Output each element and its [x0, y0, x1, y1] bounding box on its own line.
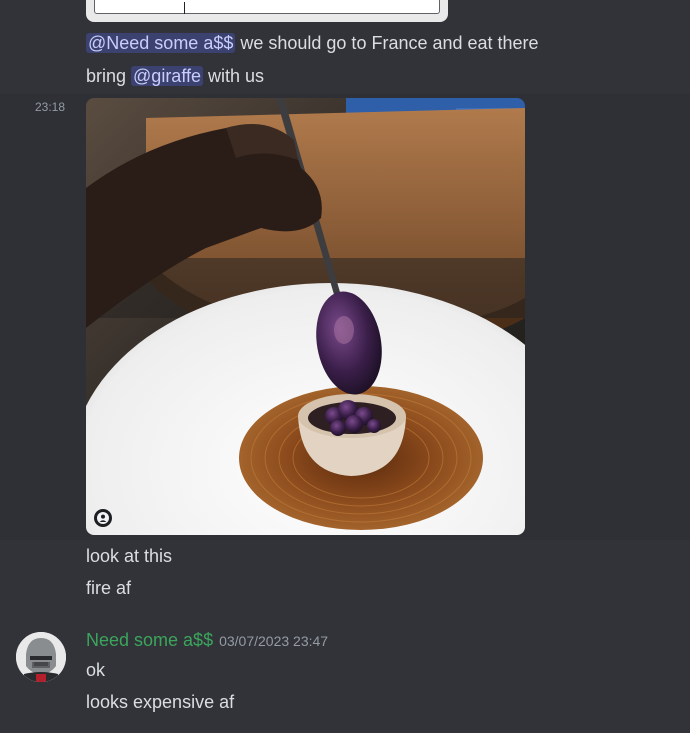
message-text: we should go to France and eat there	[235, 33, 539, 53]
mask-avatar-icon	[16, 632, 66, 682]
link-embed-preview[interactable]	[86, 0, 448, 22]
author-name[interactable]: Need some a$$	[86, 630, 213, 650]
user-icon[interactable]	[94, 509, 112, 527]
dessert-photo	[86, 98, 525, 535]
message-line: bring @giraffe with us	[86, 64, 264, 88]
user-mention[interactable]: @Need some a$$	[86, 33, 236, 53]
message-line: ok	[86, 658, 105, 682]
message-timestamp[interactable]: 23:18	[35, 100, 65, 114]
message-line: looks expensive af	[86, 690, 234, 714]
message-text: with us	[203, 66, 265, 86]
message-text: look at this	[86, 546, 173, 566]
user-mention[interactable]: @giraffe	[131, 66, 204, 86]
message-line: fire af	[86, 576, 131, 600]
message-line: @Need some a$$ we should go to France an…	[86, 31, 539, 55]
user-silhouette-icon	[97, 512, 109, 524]
message-text: fire af	[86, 578, 132, 598]
message-timestamp[interactable]: 03/07/2023 23:47	[219, 633, 328, 649]
message-text: ok	[86, 660, 106, 680]
embed-input-preview	[94, 0, 440, 14]
image-attachment[interactable]	[86, 98, 525, 535]
message-text: bring	[86, 66, 132, 86]
chat-message-list: @Need some a$$ we should go to France an…	[0, 0, 690, 733]
message-header: Need some a$$ 03/07/2023 23:47	[86, 630, 328, 651]
text-caret	[184, 2, 185, 14]
message-line: look at this	[86, 544, 172, 568]
message-text: looks expensive af	[86, 692, 235, 712]
user-avatar[interactable]	[16, 632, 66, 682]
